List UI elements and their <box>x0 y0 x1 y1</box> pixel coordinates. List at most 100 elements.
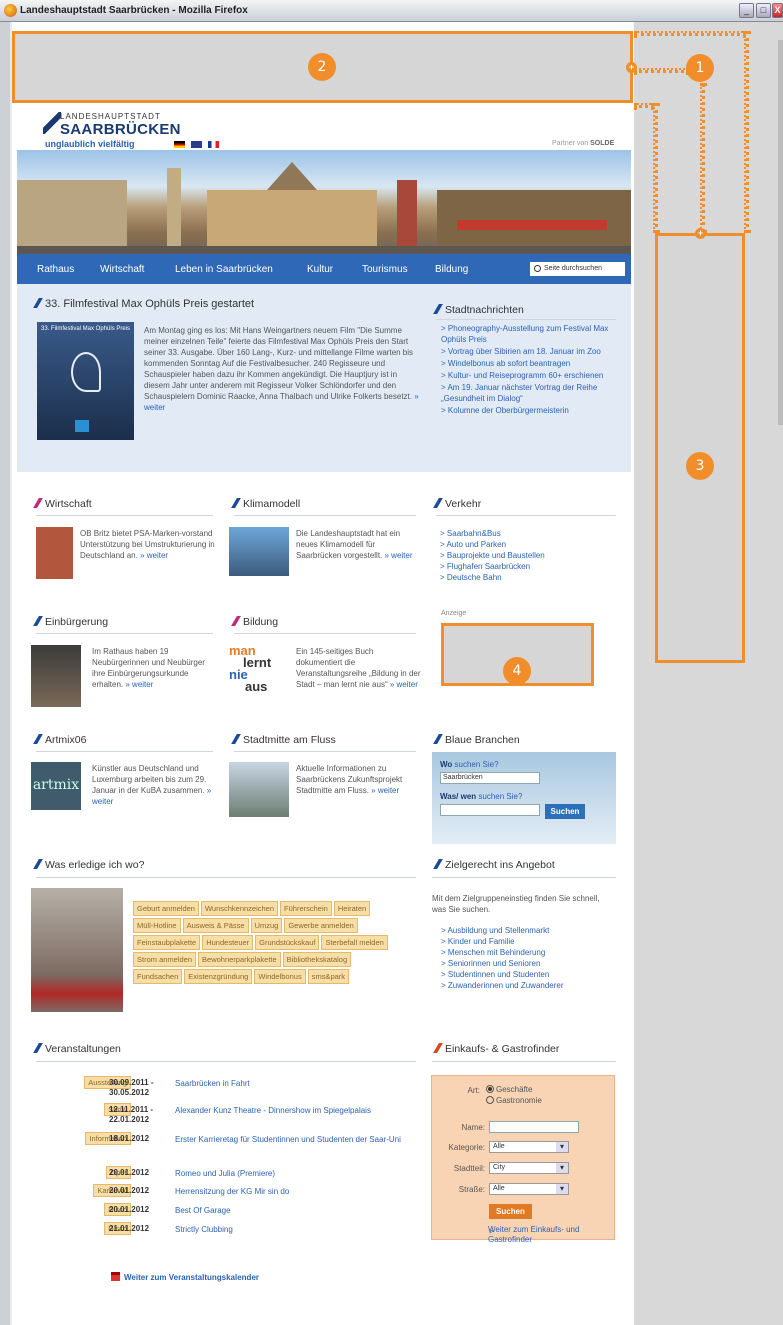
stadtteil-select[interactable]: City <box>489 1162 569 1174</box>
teaser-bildung-image[interactable]: man lernt nie aus <box>229 644 289 703</box>
erledige-tag[interactable]: Ausweis & Pässe <box>182 918 249 933</box>
list-item[interactable]: Bauprojekte und Baustellen <box>440 550 610 561</box>
list-item[interactable]: Phoneography-Ausstellung zum Festival Ma… <box>441 323 611 345</box>
list-item[interactable]: Menschen mit Behinderung <box>441 947 611 958</box>
teaser-wirtschaft-image[interactable] <box>36 527 73 579</box>
erledige-tag[interactable]: Windelbonus <box>254 969 306 984</box>
erledige-tag[interactable]: Hundesteuer <box>202 935 254 950</box>
blaue-search-button[interactable]: Suchen <box>545 804 585 819</box>
event-title[interactable]: Romeo und Julia (Premiere) <box>175 1168 405 1179</box>
name-input[interactable] <box>489 1121 579 1133</box>
event-title[interactable]: Herrensitzung der KG Mir sin do <box>175 1186 405 1197</box>
list-item[interactable]: Windelbonus ab sofort beantragen <box>441 358 611 369</box>
film-icon <box>75 420 89 432</box>
radio-gastronomie[interactable]: Gastronomie <box>486 1095 542 1106</box>
teaser-wirtschaft-title[interactable]: Wirtschaft <box>33 498 92 510</box>
radio-icon <box>486 1085 494 1093</box>
feature-title[interactable]: 33. Filmfestival Max Ophüls Preis gestar… <box>33 298 254 310</box>
wo-input[interactable]: Saarbrücken <box>440 772 540 784</box>
list-item[interactable]: Vortrag über Sibirien am 18. Januar im Z… <box>441 346 611 357</box>
kategorie-select[interactable]: Alle <box>489 1141 569 1153</box>
erledige-tag[interactable]: Strom anmelden <box>133 952 197 967</box>
nav-wirtschaft[interactable]: Wirtschaft <box>100 264 144 275</box>
connector-dot: + <box>695 228 706 239</box>
flag-fr-icon[interactable] <box>208 141 219 148</box>
gastro-finder-box: Art: Geschäfte Gastronomie Name: Kategor… <box>431 1075 615 1240</box>
nav-leben[interactable]: Leben in Saarbrücken <box>175 264 273 275</box>
list-item[interactable]: Seniorinnen und Senioren <box>441 958 611 969</box>
list-item[interactable]: Studentinnen und Studenten <box>441 969 611 980</box>
list-item[interactable]: Am 19. Januar nächster Vortrag der Reihe… <box>441 382 611 404</box>
nav-bildung[interactable]: Bildung <box>435 264 468 275</box>
teaser-einbuergerung-title[interactable]: Einbürgerung <box>33 616 108 628</box>
event-title[interactable]: Alexander Kunz Theatre - Dinnershow im S… <box>175 1105 405 1116</box>
divider <box>436 319 616 320</box>
divider <box>36 1061 416 1062</box>
teaser-artmix-title[interactable]: Artmix06 <box>33 734 86 746</box>
nav-rathaus[interactable]: Rathaus <box>37 264 74 275</box>
close-button[interactable]: X <box>772 3 783 18</box>
erledige-tag[interactable]: Wunschkennzeichen <box>200 901 279 916</box>
erledige-tag[interactable]: Umzug <box>250 918 283 933</box>
event-title[interactable]: Erster Karrieretag für Studentinnen und … <box>175 1134 405 1145</box>
maximize-button[interactable]: □ <box>756 3 771 18</box>
erledige-tag[interactable]: Heiraten <box>333 901 371 916</box>
more-link[interactable]: » weiter <box>140 551 168 560</box>
feature-image[interactable]: 33. Filmfestival Max Ophüls Preis <box>37 322 134 440</box>
list-item[interactable]: Zuwanderinnen und Zuwanderer <box>441 980 611 991</box>
teaser-stadtmitte-title[interactable]: Stadtmitte am Fluss <box>231 734 336 746</box>
teaser-artmix-image[interactable]: artmix <box>31 762 81 810</box>
teaser-einbuergerung-image[interactable] <box>31 645 81 707</box>
more-link[interactable]: » weiter <box>385 551 413 560</box>
marker-2: 2 <box>308 53 336 81</box>
erledige-image[interactable] <box>31 888 123 1012</box>
list-item[interactable]: Kolumne der Oberbürgermeisterin <box>441 405 611 416</box>
calendar-link[interactable]: Weiter zum Veranstaltungskalender <box>111 1272 259 1282</box>
erledige-tag[interactable]: Sterbefall melden <box>321 935 388 950</box>
strasse-select[interactable]: Alle <box>489 1183 569 1195</box>
scrollbar[interactable] <box>778 40 783 425</box>
nav-kultur[interactable]: Kultur <box>307 264 333 275</box>
erledige-tag[interactable]: sms&park <box>307 969 350 984</box>
event-title[interactable]: Strictly Clubbing <box>175 1224 405 1235</box>
teaser-klimamodell-image[interactable] <box>229 527 289 576</box>
erledige-tag[interactable]: Bibliothekskatalog <box>282 952 352 967</box>
erledige-tag[interactable]: Feinstaubplakette <box>133 935 201 950</box>
teaser-bildung-title[interactable]: Bildung <box>231 616 278 628</box>
event-title[interactable]: Best Of Garage <box>175 1205 405 1216</box>
more-link[interactable]: » weiter <box>125 680 153 689</box>
flag-de-icon[interactable] <box>174 141 185 148</box>
radio-geschaefte[interactable]: Geschäfte <box>486 1084 532 1095</box>
list-item[interactable]: Ausbildung und Stellenmarkt <box>441 925 611 936</box>
erledige-tag[interactable]: Fundsachen <box>133 969 183 984</box>
more-link[interactable]: » weiter <box>371 786 399 795</box>
erledige-tag[interactable]: Bewohnerparkplakette <box>198 952 281 967</box>
minimize-button[interactable]: _ <box>739 3 754 18</box>
list-item[interactable]: Flughafen Saarbrücken <box>440 561 610 572</box>
hero-image <box>17 150 631 254</box>
list-item[interactable]: Saarbahn&Bus <box>440 528 610 539</box>
erledige-tag[interactable]: Grundstückskauf <box>255 935 320 950</box>
logo-line-2[interactable]: SAARBRÜCKEN <box>60 121 181 138</box>
divider <box>234 515 416 516</box>
list-item[interactable]: Kultur- und Reiseprogramm 60+ erschienen <box>441 370 611 381</box>
teaser-klimamodell-title[interactable]: Klimamodell <box>231 498 300 510</box>
teaser-stadtmitte-image[interactable] <box>229 762 289 817</box>
event-title[interactable]: Saarbrücken in Fahrt <box>175 1078 405 1089</box>
flag-uk-icon[interactable] <box>191 141 202 148</box>
erledige-tag[interactable]: Existenzgründung <box>184 969 253 984</box>
connector-line <box>634 31 746 36</box>
list-item[interactable]: Deutsche Bahn <box>440 572 610 583</box>
search-input[interactable]: Seite durchsuchen <box>530 262 625 276</box>
list-item[interactable]: Auto und Parken <box>440 539 610 550</box>
erledige-tag[interactable]: Gewerbe anmelden <box>284 918 358 933</box>
was-input[interactable] <box>440 804 540 816</box>
erledige-tag[interactable]: Geburt anmelden <box>133 901 199 916</box>
erledige-tag[interactable]: Führerschein <box>280 901 332 916</box>
erledige-tag[interactable]: Müll-Hotline <box>133 918 181 933</box>
more-link[interactable]: » weiter <box>390 680 418 689</box>
list-item[interactable]: Kinder und Familie <box>441 936 611 947</box>
nav-tourismus[interactable]: Tourismus <box>362 264 408 275</box>
gastro-more-text[interactable]: Weiter zum Einkaufs- und Gastrofinder <box>488 1225 608 1245</box>
gastro-search-button[interactable]: Suchen <box>489 1204 532 1219</box>
